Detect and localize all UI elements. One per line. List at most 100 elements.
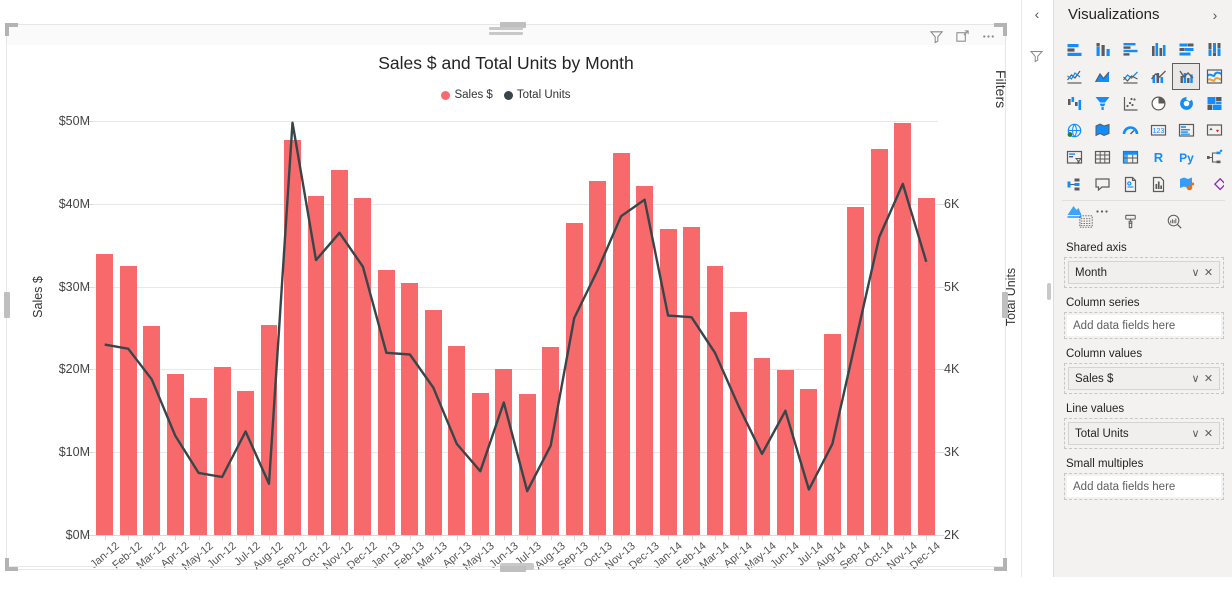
collapse-pane-chevron-icon[interactable]: ‹ [1027, 4, 1047, 24]
power-bi-report-view: Sales $ and Total Units by Month Sales $… [0, 0, 1232, 577]
waterfall-chart[interactable] [1060, 90, 1088, 117]
stacked-area-chart[interactable] [1116, 63, 1144, 90]
100-stacked-column-chart[interactable] [1200, 36, 1228, 63]
treemap[interactable] [1200, 90, 1228, 117]
stacked-column-chart[interactable] [1088, 36, 1116, 63]
filters-pane-title: Filters [993, 70, 1009, 109]
smart-narrative[interactable] [1144, 171, 1172, 198]
resize-handle-right[interactable] [1002, 292, 1008, 318]
well-line-values[interactable]: Total Units ∨ ✕ [1064, 418, 1224, 449]
resize-handle-bottom-right[interactable] [994, 558, 1007, 571]
report-canvas[interactable]: Sales $ and Total Units by Month Sales $… [0, 0, 1020, 577]
chevron-down-icon[interactable]: ∨ [1189, 427, 1202, 440]
well-label-small-multiples: Small multiples [1066, 458, 1144, 470]
chevron-down-icon[interactable]: ∨ [1189, 372, 1202, 385]
line-and-stacked-column-chart[interactable] [1144, 63, 1172, 90]
remove-field-icon[interactable]: ✕ [1202, 372, 1215, 385]
visualizations-pane[interactable]: Visualizations › 123 R Py Shared axis Mo… [1053, 0, 1232, 577]
y-axis-label-left: $40M [58, 196, 90, 211]
format-tab[interactable] [1118, 209, 1142, 233]
gauge[interactable] [1116, 117, 1144, 144]
field-chip-label: Total Units [1075, 427, 1129, 440]
multi-row-card[interactable] [1172, 117, 1200, 144]
table[interactable] [1088, 144, 1116, 171]
q-and-a[interactable] [1088, 171, 1116, 198]
clustered-bar-chart[interactable] [1116, 36, 1144, 63]
remove-field-icon[interactable]: ✕ [1202, 427, 1215, 440]
matrix[interactable] [1116, 144, 1144, 171]
pie-chart[interactable] [1144, 90, 1172, 117]
field-well-tabs[interactable] [1062, 206, 1225, 236]
add-data-fields-placeholder[interactable]: Add data fields here [1067, 315, 1221, 336]
field-wells[interactable]: Shared axis Month ∨ ✕ Column series Add data … [1064, 242, 1224, 509]
grip-bar [489, 32, 523, 35]
slicer[interactable] [1060, 144, 1088, 171]
well-column-series[interactable]: Add data fields here [1064, 312, 1224, 339]
pane-splitter-handle[interactable] [1047, 283, 1051, 300]
well-column-values[interactable]: Sales $ ∨ ✕ [1064, 363, 1224, 394]
clustered-column-chart[interactable] [1144, 36, 1172, 63]
paginated-report[interactable] [1116, 171, 1144, 198]
visual-header-toolbar[interactable] [928, 28, 997, 44]
resize-handle-left[interactable] [4, 292, 10, 318]
legend-label-sales: Sales $ [454, 89, 493, 101]
combo-chart-visual[interactable]: Sales $ and Total Units by Month Sales $… [4, 22, 1018, 573]
chart-legend[interactable]: Sales $ Total Units [7, 89, 1005, 101]
decomposition-tree[interactable] [1200, 144, 1228, 171]
legend-item-total-units[interactable]: Total Units [503, 89, 571, 101]
resize-handle-bottom[interactable] [500, 566, 526, 572]
remove-field-icon[interactable]: ✕ [1202, 266, 1215, 279]
power-apps[interactable] [1200, 171, 1228, 198]
y-axis-label-left: $10M [58, 445, 90, 460]
well-small-multiples[interactable]: Add data fields here [1064, 473, 1224, 500]
field-chip-month[interactable]: Month ∨ ✕ [1068, 261, 1220, 284]
legend-label-total-units: Total Units [516, 89, 571, 101]
add-data-fields-placeholder[interactable]: Add data fields here [1067, 476, 1221, 497]
resize-handle-bottom-left[interactable] [5, 558, 18, 571]
resize-handle-top-left[interactable] [5, 23, 18, 36]
resize-handle-top-right[interactable] [994, 23, 1007, 36]
card[interactable]: 123 [1144, 117, 1172, 144]
visual-type-gallery[interactable]: 123 R Py [1060, 36, 1228, 225]
focus-mode-icon[interactable] [954, 28, 971, 44]
area-chart[interactable] [1088, 63, 1116, 90]
svg-text:123: 123 [1152, 128, 1164, 135]
line-chart[interactable] [1060, 63, 1088, 90]
kpi[interactable] [1200, 117, 1228, 144]
azure-map[interactable] [1172, 171, 1200, 198]
line-and-clustered-column-chart[interactable] [1172, 63, 1200, 90]
r-script-visual[interactable]: R [1144, 144, 1172, 171]
line-series-total-units [104, 121, 928, 493]
filter-icon [1029, 48, 1045, 64]
visual-drag-grip[interactable] [489, 27, 523, 38]
legend-item-sales[interactable]: Sales $ [441, 89, 493, 101]
analytics-tab[interactable] [1162, 209, 1186, 233]
filled-map[interactable] [1088, 117, 1116, 144]
y-axis-label-left: $30M [58, 279, 90, 294]
well-shared-axis[interactable]: Month ∨ ✕ [1064, 257, 1224, 288]
ribbon-chart[interactable] [1200, 63, 1228, 90]
well-label-column-series: Column series [1066, 297, 1140, 309]
y-axis-label-right: 4K [944, 362, 960, 377]
filter-icon[interactable] [928, 28, 945, 44]
y-axis-label-left: $0M [65, 528, 90, 542]
filters-pane-collapsed[interactable]: ‹ Filters [993, 0, 1053, 577]
100-stacked-bar-chart[interactable] [1172, 36, 1200, 63]
field-chip-sales[interactable]: Sales $ ∨ ✕ [1068, 367, 1220, 390]
scatter-chart[interactable] [1116, 90, 1144, 117]
expand-pane-chevron-icon[interactable]: › [1206, 6, 1224, 24]
chart-title: Sales $ and Total Units by Month [378, 53, 634, 73]
donut-chart[interactable] [1172, 90, 1200, 117]
funnel-chart[interactable] [1088, 90, 1116, 117]
y-axis-label-left: $20M [58, 362, 90, 377]
fields-tab[interactable] [1074, 209, 1098, 233]
y-axis-label-right: 6K [944, 196, 960, 211]
map[interactable] [1060, 117, 1088, 144]
key-influencers[interactable] [1060, 171, 1088, 198]
field-chip-total-units[interactable]: Total Units ∨ ✕ [1068, 422, 1220, 445]
python-visual[interactable]: Py [1172, 144, 1200, 171]
stacked-bar-chart[interactable] [1060, 36, 1088, 63]
legend-swatch-sales [441, 90, 451, 100]
y-axis-label-right: 3K [944, 445, 960, 460]
chevron-down-icon[interactable]: ∨ [1189, 266, 1202, 279]
